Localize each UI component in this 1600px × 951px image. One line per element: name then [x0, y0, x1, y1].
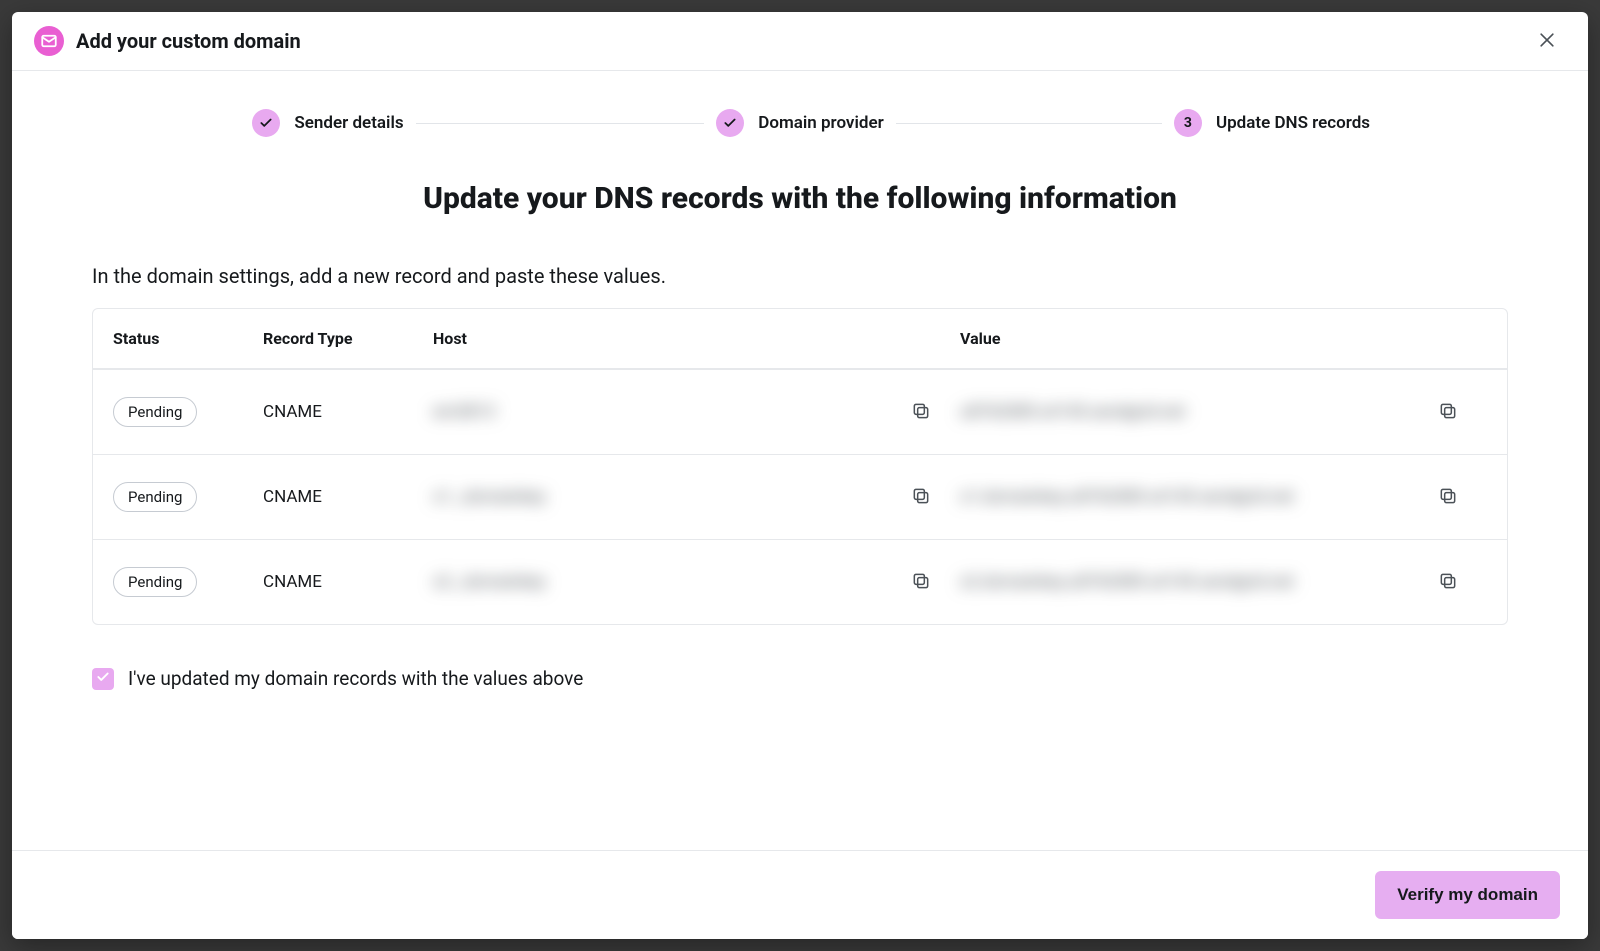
page-headline: Update your DNS records with the followi… [92, 181, 1508, 216]
check-icon [96, 670, 110, 687]
table-header: Status Record Type Host Value [93, 309, 1507, 369]
copy-host-button[interactable] [906, 482, 936, 512]
table-row: Pending CNAME s1._domainkey [93, 454, 1507, 539]
col-host: Host [433, 329, 960, 348]
modal-title: Add your custom domain [76, 29, 301, 53]
value-text: u8762085.wl145.sendgrid.net [960, 402, 1185, 422]
host-value: em3813 [433, 402, 495, 422]
close-button[interactable] [1530, 24, 1564, 58]
value-text: s2.domainkey.u8762085.wl145.sendgrid.net [960, 572, 1294, 592]
cell-record-type: CNAME [263, 572, 433, 592]
cell-host: s2._domainkey [433, 567, 960, 597]
cell-record-type: CNAME [263, 402, 433, 422]
table-row: Pending CNAME s2._domainkey [93, 539, 1507, 624]
step-check-icon [716, 109, 744, 137]
verify-domain-button[interactable]: Verify my domain [1375, 871, 1560, 919]
copy-host-button[interactable] [906, 567, 936, 597]
cell-status: Pending [113, 397, 263, 427]
copy-host-button[interactable] [906, 397, 936, 427]
table-row: Pending CNAME em3813 u87 [93, 369, 1507, 454]
cell-value: u8762085.wl145.sendgrid.net [960, 397, 1487, 427]
step-label: Update DNS records [1216, 113, 1370, 133]
status-pending-pill: Pending [113, 567, 197, 597]
modal-footer: Verify my domain [12, 850, 1588, 939]
copy-icon [911, 571, 931, 594]
status-pending-pill: Pending [113, 397, 197, 427]
cell-value: s1.domainkey.u8762085.wl145.sendgrid.net [960, 482, 1487, 512]
copy-icon [1438, 401, 1458, 424]
stepper: Sender details Domain provider 3 Update … [92, 109, 1508, 137]
copy-value-button[interactable] [1433, 482, 1463, 512]
copy-value-button[interactable] [1433, 567, 1463, 597]
close-icon [1537, 30, 1557, 53]
dns-records-table: Status Record Type Host Value Pending CN… [92, 308, 1508, 625]
step-label: Domain provider [758, 113, 883, 133]
cell-host: em3813 [433, 397, 960, 427]
confirm-updated-checkbox[interactable] [92, 668, 114, 690]
step-check-icon [252, 109, 280, 137]
copy-icon [1438, 486, 1458, 509]
modal-header: Add your custom domain [12, 12, 1588, 71]
status-pending-pill: Pending [113, 482, 197, 512]
modal-body: Sender details Domain provider 3 Update … [12, 71, 1588, 850]
brand-icon [34, 26, 64, 56]
copy-icon [911, 486, 931, 509]
cell-status: Pending [113, 482, 263, 512]
cell-value: s2.domainkey.u8762085.wl145.sendgrid.net [960, 567, 1487, 597]
host-value: s1._domainkey [433, 487, 546, 507]
confirm-updated-label: I've updated my domain records with the … [128, 667, 583, 690]
host-value: s2._domainkey [433, 572, 546, 592]
value-text: s1.domainkey.u8762085.wl145.sendgrid.net [960, 487, 1294, 507]
step-label: Sender details [294, 113, 403, 133]
custom-domain-modal: Add your custom domain Sender details [12, 12, 1588, 939]
modal-title-wrap: Add your custom domain [34, 26, 301, 56]
cell-record-type: CNAME [263, 487, 433, 507]
copy-icon [911, 401, 931, 424]
confirm-updated-row: I've updated my domain records with the … [92, 667, 1508, 690]
cell-host: s1._domainkey [433, 482, 960, 512]
col-status: Status [113, 329, 263, 348]
col-record-type: Record Type [263, 329, 433, 348]
copy-icon [1438, 571, 1458, 594]
page-subtext: In the domain settings, add a new record… [92, 264, 1508, 288]
cell-status: Pending [113, 567, 263, 597]
col-value: Value [960, 329, 1487, 348]
step-update-dns: 3 Update DNS records [1036, 109, 1508, 137]
copy-value-button[interactable] [1433, 397, 1463, 427]
step-number-icon: 3 [1174, 109, 1202, 137]
